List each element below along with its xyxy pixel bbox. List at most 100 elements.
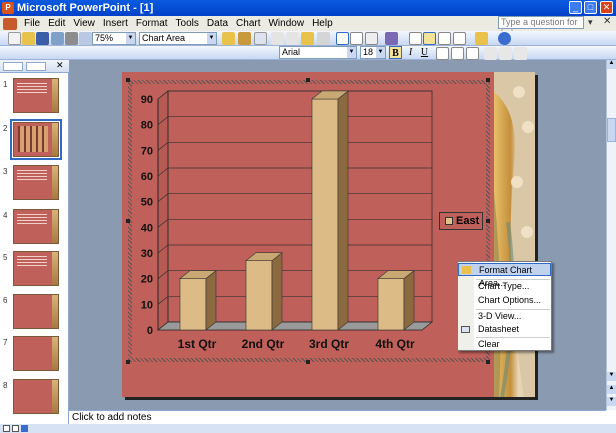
notes-pane[interactable]: Click to add notes: [69, 410, 606, 424]
x-tick-label: 1st Qtr: [178, 337, 217, 351]
next-slide-icon[interactable]: ▼: [607, 397, 616, 406]
paste-icon[interactable]: [301, 32, 314, 45]
align-right-icon[interactable]: [466, 47, 479, 60]
view-buttons-bar: [0, 424, 616, 433]
menu-window[interactable]: Window: [264, 18, 308, 29]
slide-thumbnail[interactable]: [13, 78, 59, 113]
cut-icon[interactable]: [271, 32, 284, 45]
close-pane-icon[interactable]: ✕: [56, 60, 64, 71]
menu-help[interactable]: Help: [308, 18, 337, 29]
help-search-input[interactable]: Type a question for help: [498, 16, 584, 38]
zoom-select[interactable]: 75% ▼: [92, 32, 136, 45]
by-row-icon[interactable]: [336, 32, 349, 45]
help-icon[interactable]: [498, 32, 511, 45]
slide-thumbnail[interactable]: [13, 209, 59, 244]
italic-button[interactable]: I: [404, 46, 417, 59]
gridline: [157, 244, 432, 254]
x-tick-label: 4th Qtr: [375, 337, 415, 351]
center-icon[interactable]: [451, 47, 464, 60]
menu-view[interactable]: View: [69, 18, 99, 29]
slide-thumbnail[interactable]: [13, 165, 59, 200]
format-selection-icon[interactable]: [222, 32, 235, 45]
slide-thumbnail[interactable]: [13, 379, 59, 414]
resize-handle[interactable]: [306, 78, 310, 82]
resize-handle[interactable]: [306, 360, 310, 364]
resize-handle[interactable]: [126, 78, 130, 82]
print-icon[interactable]: [65, 32, 78, 45]
menu-tools[interactable]: Tools: [172, 18, 203, 29]
slide-thumbnail[interactable]: [13, 294, 59, 329]
percent-style-icon[interactable]: [499, 47, 512, 60]
thumbnail-chart: [18, 126, 48, 152]
chart-type-item[interactable]: Chart Type...: [458, 280, 551, 293]
menu-edit[interactable]: Edit: [44, 18, 69, 29]
slide-thumbnail[interactable]: [13, 251, 59, 286]
chart-type-icon[interactable]: [385, 32, 398, 45]
menu-format[interactable]: Format: [132, 18, 172, 29]
copy-icon[interactable]: [286, 32, 299, 45]
import-file-icon[interactable]: [238, 32, 251, 45]
help-dropdown-icon[interactable]: ▾: [588, 17, 593, 28]
menu-chart[interactable]: Chart: [232, 18, 264, 29]
doc-close-icon[interactable]: ✕: [603, 16, 611, 27]
save-icon[interactable]: [36, 32, 49, 45]
menu-insert[interactable]: Insert: [99, 18, 132, 29]
scroll-thumb[interactable]: [607, 118, 616, 142]
bold-button[interactable]: B: [389, 46, 402, 59]
3d-view-item[interactable]: 3-D View...: [458, 310, 551, 323]
open-icon[interactable]: [22, 32, 35, 45]
underline-button[interactable]: U: [418, 46, 431, 59]
format-chart-area-item[interactable]: Format Chart Area...: [458, 263, 551, 288]
legend-icon[interactable]: [438, 32, 451, 45]
gridline: [157, 90, 432, 100]
close-button[interactable]: ✕: [600, 1, 613, 14]
resize-handle[interactable]: [486, 360, 490, 364]
font-size-select[interactable]: 18 ▼: [360, 46, 386, 59]
drawing-icon[interactable]: [453, 32, 466, 45]
align-left-icon[interactable]: [436, 47, 449, 60]
bar-side: [337, 90, 349, 331]
data-table-icon[interactable]: [365, 32, 378, 45]
resize-handle[interactable]: [486, 78, 490, 82]
chart-objects-select[interactable]: Chart Area ▼: [139, 32, 217, 45]
document-icon[interactable]: [3, 17, 17, 30]
resize-handle[interactable]: [126, 360, 130, 364]
category-axis-gridlines-icon[interactable]: [409, 32, 422, 45]
bar: [245, 260, 273, 331]
slide-thumbnail[interactable]: [10, 119, 62, 160]
by-column-icon[interactable]: [350, 32, 363, 45]
print-preview-icon[interactable]: [79, 32, 92, 45]
minimize-button[interactable]: _: [569, 1, 582, 14]
permission-icon[interactable]: [51, 32, 64, 45]
comma-style-icon[interactable]: [514, 47, 527, 60]
clear-item[interactable]: Clear: [458, 338, 551, 351]
thumbnail-strip: [52, 166, 58, 199]
new-icon[interactable]: [8, 32, 21, 45]
bar-chart[interactable]: 0 10 20 30 40 50 60 70 80 90 1st Qtr 2nd Qtr 3rd Qtr…: [128, 84, 490, 360]
vertical-scrollbar[interactable]: ▲ ▼ ▲ ▼: [606, 60, 616, 410]
previous-slide-icon[interactable]: ▲: [607, 385, 616, 394]
slide-thumbnail[interactable]: [13, 336, 59, 371]
fill-color-icon[interactable]: [475, 32, 488, 45]
undo-icon[interactable]: [317, 32, 330, 45]
outline-tab-icon[interactable]: [3, 62, 23, 71]
value-axis-gridlines-icon[interactable]: [423, 32, 436, 45]
y-tick-label: 60: [141, 171, 153, 183]
y-tick-label: 90: [141, 94, 153, 106]
datasheet-item[interactable]: Datasheet: [458, 323, 551, 336]
font-select[interactable]: Arial ▼: [279, 46, 357, 59]
slides-tab-icon[interactable]: [26, 62, 46, 71]
scroll-up-icon[interactable]: ▲: [607, 60, 616, 69]
menu-file[interactable]: File: [20, 18, 44, 29]
normal-view-icon[interactable]: [3, 425, 10, 432]
scroll-down-icon[interactable]: ▼: [607, 372, 616, 381]
currency-style-icon[interactable]: [484, 47, 497, 60]
thumbnail-strip: [52, 210, 58, 243]
slideshow-icon[interactable]: [21, 425, 28, 432]
view-datasheet-icon[interactable]: [254, 32, 267, 45]
chart-options-item[interactable]: Chart Options...: [458, 294, 551, 307]
menu-data[interactable]: Data: [203, 18, 232, 29]
maximize-button[interactable]: □: [584, 1, 597, 14]
chart-legend[interactable]: East: [439, 212, 483, 230]
slide-sorter-icon[interactable]: [12, 425, 19, 432]
